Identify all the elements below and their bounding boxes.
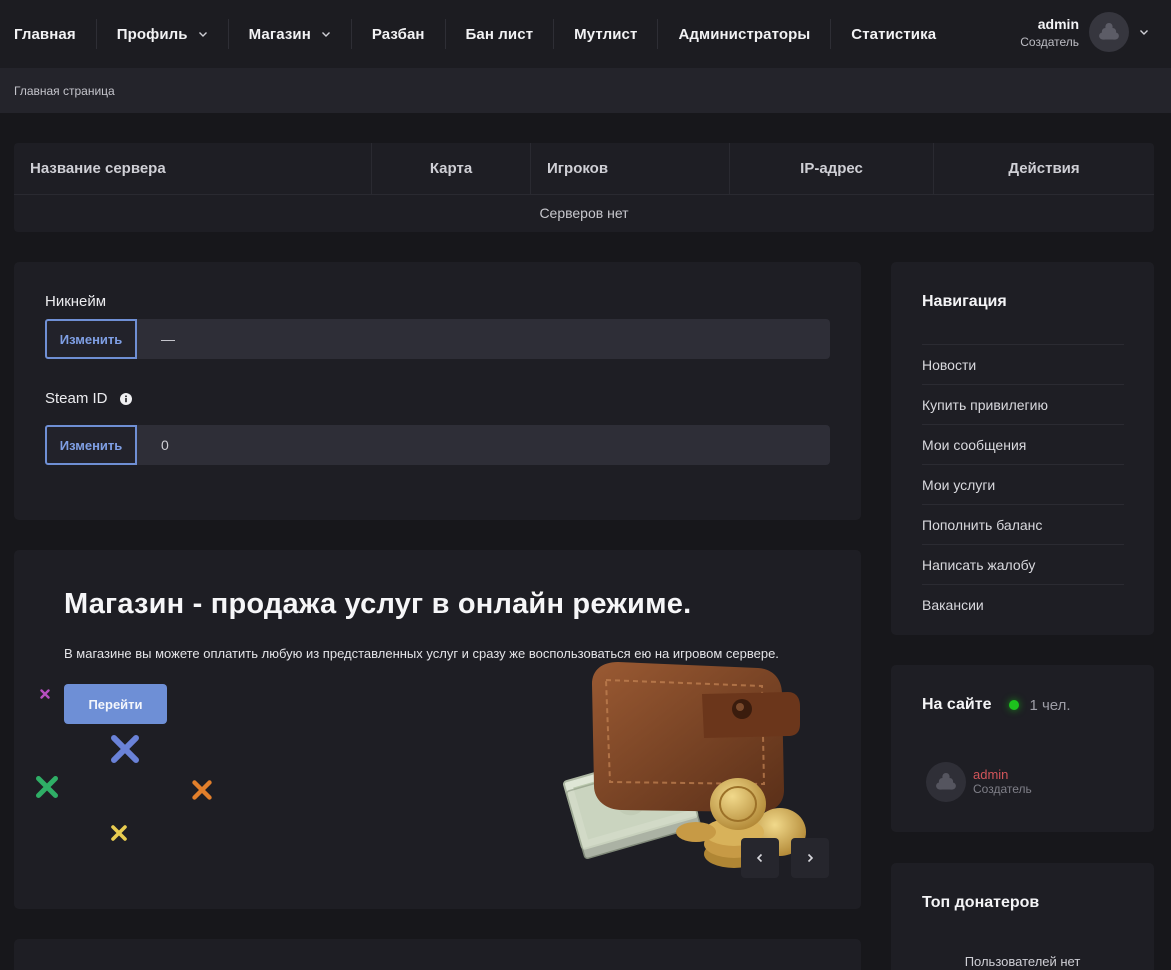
breadcrumb-bar: Главная страница <box>0 68 1171 113</box>
nickname-input[interactable] <box>137 319 830 359</box>
user-avatar-icon <box>936 773 956 790</box>
next-content-card <box>14 939 861 970</box>
steam-id-input[interactable] <box>137 425 830 465</box>
sidebar-nav-item-4[interactable]: Пополнить баланс <box>922 504 1124 544</box>
orange-cross-icon <box>192 780 212 800</box>
nav-item-label: Главная <box>14 25 76 43</box>
online-title: На сайте <box>922 696 992 713</box>
chevron-down-icon <box>321 29 331 39</box>
avatar[interactable] <box>1089 12 1129 52</box>
nav-item-4[interactable]: Бан лист <box>446 19 555 49</box>
user-menu[interactable]: admin Создатель <box>1020 12 1149 52</box>
top-donors-title: Топ донатеров <box>922 894 1040 911</box>
slider-prev-button[interactable] <box>741 838 779 878</box>
online-user-role: Создатель <box>973 782 1032 796</box>
user-role: Создатель <box>1020 35 1079 49</box>
top-donors-empty-text: Пользователей нет <box>964 954 1081 969</box>
online-users-card: На сайте 1 чел. admin Создатель <box>891 665 1154 832</box>
nickname-label: Никнейм <box>45 293 106 310</box>
column-players: Игроков <box>531 143 730 194</box>
servers-empty-text: Серверов нет <box>539 205 629 221</box>
user-avatar-icon <box>1099 23 1119 40</box>
sidebar-nav-item-6[interactable]: Вакансии <box>922 584 1124 624</box>
chevron-left-icon <box>756 853 763 863</box>
user-text: admin Создатель <box>1020 14 1079 50</box>
avatar[interactable] <box>926 762 966 802</box>
blue-cross-icon <box>111 735 139 763</box>
purple-cross-icon <box>40 689 50 699</box>
nav-item-7[interactable]: Статистика <box>831 19 956 49</box>
nickname-label-text: Никнейм <box>45 293 107 310</box>
steam-id-row: Изменить <box>45 425 830 465</box>
sidebar-nav-item-1[interactable]: Купить привилегию <box>922 384 1124 424</box>
servers-table: Название сервера Карта Игроков IP-адрес … <box>14 143 1154 232</box>
column-server-name: Название сервера <box>14 143 372 194</box>
sidebar-nav-item-0[interactable]: Новости <box>922 344 1124 384</box>
online-user[interactable]: admin Создатель <box>926 762 1032 802</box>
slider-next-button[interactable] <box>791 838 829 878</box>
main-nav: Главная Профиль Магазин Разбан Бан лист Мутли… <box>0 0 956 68</box>
nav-item-label: Магазин <box>248 25 311 43</box>
sidebar-nav-item-2[interactable]: Мои сообщения <box>922 424 1124 464</box>
online-user-name[interactable]: admin <box>973 767 1032 782</box>
servers-table-header: Название сервера Карта Игроков IP-адрес … <box>14 143 1154 195</box>
change-steam-id-button[interactable]: Изменить <box>45 425 137 465</box>
chevron-down-icon <box>1139 27 1149 37</box>
yellow-cross-icon <box>111 825 127 841</box>
column-actions: Действия <box>1008 160 1080 177</box>
nav-item-2[interactable]: Магазин <box>229 19 352 49</box>
steam-id-label-text: Steam ID <box>45 390 108 407</box>
column-ip-address: IP-адрес <box>730 143 934 194</box>
shop-title: Магазин - продажа услуг в онлайн режиме. <box>64 588 692 620</box>
online-status-dot <box>1009 700 1020 710</box>
online-header: На сайте 1 чел. <box>922 696 1071 714</box>
profile-card: Никнейм Изменить Steam ID Изменить <box>14 262 861 520</box>
change-nickname-button[interactable]: Изменить <box>45 319 137 359</box>
nickname-row: Изменить <box>45 319 830 359</box>
shop-banner: Магазин - продажа услуг в онлайн режиме.… <box>14 550 861 909</box>
nav-item-6[interactable]: Администраторы <box>658 19 832 49</box>
column-map: Карта <box>372 143 531 194</box>
sidebar-navigation-list: Новости Купить привилегию Мои сообщения Мои… <box>922 344 1124 624</box>
sidebar-nav-item-3[interactable]: Мои услуги <box>922 464 1124 504</box>
online-user-text: admin Создатель <box>973 767 1032 797</box>
chevron-down-icon <box>198 29 208 39</box>
nav-item-0[interactable]: Главная <box>0 19 97 49</box>
sidebar-navigation-title: Навигация <box>922 293 1007 310</box>
nav-item-label: Бан лист <box>465 25 534 43</box>
top-donors-card: Топ донатеров Пользователей нет <box>891 863 1154 970</box>
nav-item-label: Администраторы <box>678 25 811 43</box>
top-navbar: Главная Профиль Магазин Разбан Бан лист Мутли… <box>0 0 1171 68</box>
nav-item-label: Разбан <box>371 25 425 43</box>
nav-item-label: Статистика <box>851 25 937 43</box>
nav-item-label: Мутлист <box>574 25 638 43</box>
breadcrumb: Главная страница <box>14 83 115 98</box>
steam-id-label: Steam ID <box>45 390 132 407</box>
chevron-right-icon <box>807 853 814 863</box>
nav-item-5[interactable]: Мутлист <box>554 19 659 49</box>
nav-item-3[interactable]: Разбан <box>352 19 446 49</box>
online-count: 1 чел. <box>1029 696 1071 714</box>
sidebar-navigation-card: Навигация Новости Купить привилегию Мои со… <box>891 262 1154 635</box>
sidebar-nav-item-5[interactable]: Написать жалобу <box>922 544 1124 584</box>
nav-item-label: Профиль <box>116 25 188 43</box>
user-name: admin <box>1037 16 1079 32</box>
nav-item-1[interactable]: Профиль <box>97 19 229 49</box>
info-icon[interactable] <box>119 392 132 405</box>
green-cross-icon <box>36 776 58 798</box>
go-to-shop-button[interactable]: Перейти <box>64 684 167 724</box>
